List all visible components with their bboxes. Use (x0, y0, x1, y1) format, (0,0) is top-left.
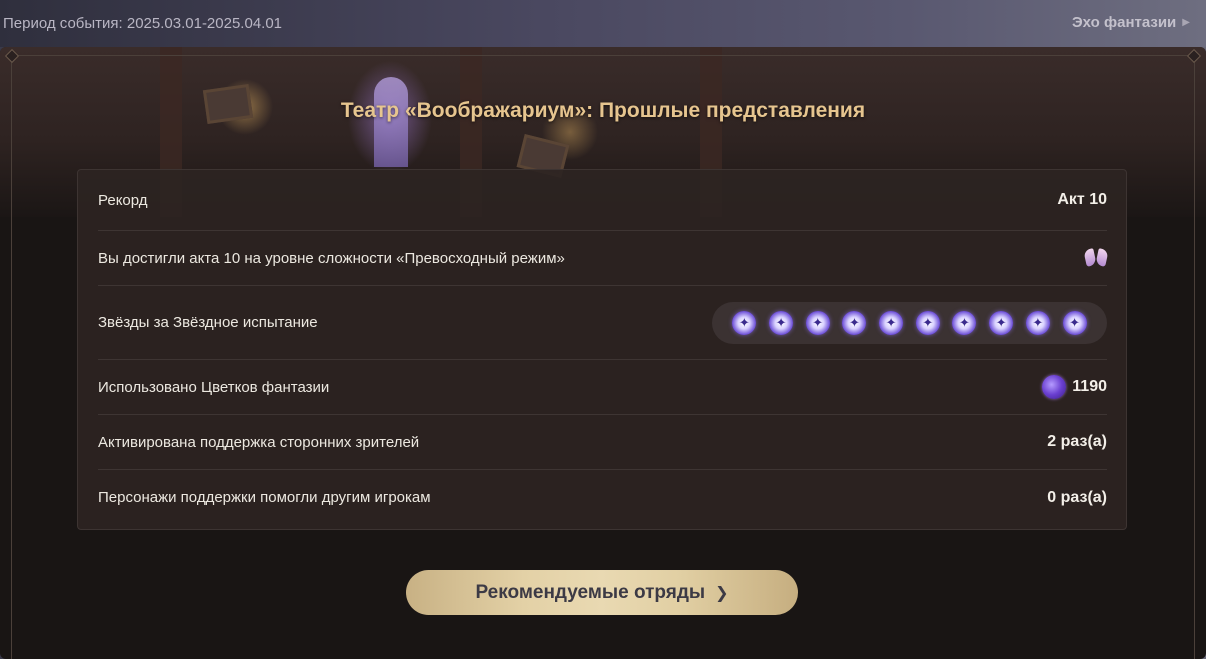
stat-row-flowers: Использовано Цветков фантазии 1190 (98, 360, 1107, 415)
difficulty-value (1085, 248, 1107, 268)
star-medal-icon (1025, 310, 1050, 335)
event-period: Период события: 2025.03.01-2025.04.01 (3, 15, 283, 32)
fantasy-flower-icon (1042, 375, 1067, 399)
stats-card: Рекорд Акт 10 Вы достигли акта 10 на уро… (77, 169, 1127, 530)
recommended-teams-label: Рекомендуемые отряды (475, 581, 706, 603)
flowers-label: Использовано Цветков фантазии (98, 378, 330, 396)
star-medal-icon (1062, 310, 1087, 335)
star-medal-icon (842, 310, 867, 335)
star-medal-icon (879, 310, 904, 335)
star-medal-icon (805, 310, 830, 335)
stat-row-record: Рекорд Акт 10 (98, 170, 1107, 231)
flowers-value-group: 1190 (1042, 375, 1107, 399)
stars-pill (712, 301, 1107, 344)
support-helped-value: 0 раз(а) (1047, 488, 1107, 506)
star-medal-icon (732, 310, 757, 335)
recommended-teams-button[interactable]: Рекомендуемые отряды ❯ (406, 570, 798, 615)
stars-label: Звёзды за Звёздное испытание (98, 314, 318, 331)
stat-row-difficulty: Вы достигли акта 10 на уровне сложности … (98, 231, 1107, 286)
star-medal-icon (989, 310, 1014, 335)
stat-row-support-activated: Активирована поддержка сторонних зрителе… (98, 415, 1107, 470)
top-bar: Период события: 2025.03.01-2025.04.01 Эх… (0, 0, 1206, 47)
chevron-right-icon: ▶ (1182, 17, 1190, 28)
butterfly-icon (1085, 248, 1107, 268)
stat-row-stars: Звёзды за Звёздное испытание (98, 286, 1107, 360)
record-value: Акт 10 (1057, 191, 1107, 208)
support-activated-label: Активирована поддержка сторонних зрителе… (98, 433, 420, 451)
echo-fantasy-link[interactable]: Эхо фантазии ▶ (1072, 14, 1190, 31)
theater-panel: Театр «Воображариум»: Прошлые представле… (0, 47, 1206, 659)
star-medal-icon (769, 310, 794, 335)
arrow-right-icon: ❯ (715, 584, 729, 602)
star-medal-icon (915, 310, 940, 335)
flowers-value: 1190 (1072, 378, 1107, 395)
page-title: Театр «Воображариум»: Прошлые представле… (340, 99, 866, 122)
support-helped-label: Персонажи поддержки помогли другим игрок… (98, 489, 431, 506)
difficulty-label: Вы достигли акта 10 на уровне сложности … (98, 249, 565, 267)
record-label: Рекорд (98, 191, 148, 209)
support-activated-value: 2 раз(а) (1047, 433, 1107, 450)
echo-fantasy-label: Эхо фантазии (1072, 14, 1177, 31)
stat-row-support-helped: Персонажи поддержки помогли другим игрок… (98, 470, 1107, 525)
star-medal-icon (952, 310, 977, 335)
